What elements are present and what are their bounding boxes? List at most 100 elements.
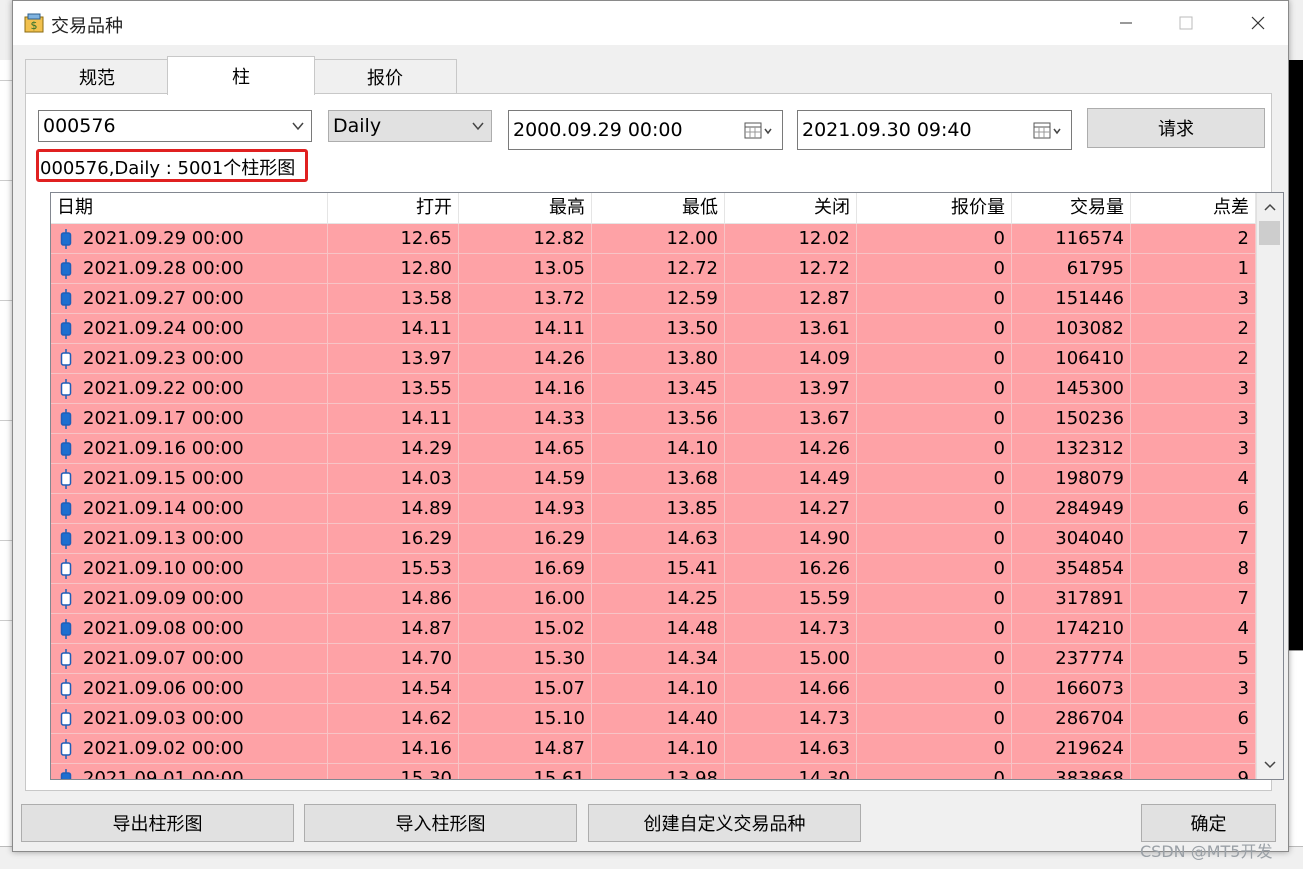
table-cell-date: 2021.09.27 00:00 [51,284,328,314]
create-custom-symbol-button[interactable]: 创建自定义交易品种 [588,804,861,842]
scroll-up-button[interactable] [1257,195,1283,219]
column-header[interactable]: 关闭 [725,193,857,223]
table-row[interactable]: 2021.09.23 00:00 13.97 14.26 13.80 14.09 0 106… [51,344,1256,374]
tab-label: 报价 [367,68,403,89]
table-row[interactable]: 2021.09.14 00:00 14.89 14.93 13.85 14.27 0 284… [51,494,1256,524]
table-cell-tickvol: 0 [857,764,1012,779]
column-header[interactable]: 日期 [51,193,328,223]
column-header[interactable]: 最高 [459,193,592,223]
date-from-picker[interactable]: 2000.09.29 00:00 [508,110,783,150]
table-row[interactable]: 2021.09.24 00:00 14.11 14.11 13.50 13.61 0 103… [51,314,1256,344]
column-header[interactable]: 打开 [328,193,459,223]
calendar-icon[interactable] [744,121,774,141]
table-cell-volume: 166073 [1012,674,1131,704]
calendar-icon[interactable] [1033,121,1063,141]
table-cell-low: 14.34 [592,644,725,674]
table-cell-high: 14.11 [459,314,592,344]
table-cell-high: 14.93 [459,494,592,524]
table-cell-low: 14.10 [592,734,725,764]
table-cell-tickvol: 0 [857,254,1012,284]
table-row[interactable]: 2021.09.27 00:00 13.58 13.72 12.59 12.87 0 151… [51,284,1256,314]
column-header[interactable]: 交易量 [1012,193,1131,223]
bullish-candle-icon [60,709,72,729]
scroll-down-button[interactable] [1257,753,1283,777]
table-cell-open: 14.62 [328,704,459,734]
minimize-icon [1120,22,1132,24]
table-cell-close: 14.26 [725,434,857,464]
table-cell-close: 15.59 [725,584,857,614]
table-row[interactable]: 2021.09.28 00:00 12.80 13.05 12.72 12.72 0 617… [51,254,1256,284]
table-row[interactable]: 2021.09.08 00:00 14.87 15.02 14.48 14.73 0 174… [51,614,1256,644]
table-cell-volume: 383868 [1012,764,1131,779]
table-row[interactable]: 2021.09.09 00:00 14.86 16.00 14.25 15.59 0 317… [51,584,1256,614]
table-cell-close: 14.63 [725,734,857,764]
table-cell-high: 16.29 [459,524,592,554]
tab-ticks[interactable]: 报价 [313,59,457,94]
request-button[interactable]: 请求 [1087,108,1265,148]
table-cell-spread: 4 [1131,464,1256,494]
table-row[interactable]: 2021.09.29 00:00 12.65 12.82 12.00 12.02 0 116… [51,224,1256,254]
table-row[interactable]: 2021.09.06 00:00 14.54 15.07 14.10 14.66 0 166… [51,674,1256,704]
tab-bars[interactable]: 柱 [167,56,315,95]
table-cell-date: 2021.09.22 00:00 [51,374,328,404]
row-date-text: 2021.09.10 00:00 [83,558,244,579]
date-to-value: 2021.09.30 09:40 [802,119,972,141]
table-row[interactable]: 2021.09.02 00:00 14.16 14.87 14.10 14.63 0 219… [51,734,1256,764]
maximize-button[interactable] [1163,1,1209,45]
bars-table[interactable]: 日期 打开 最高 最低 关闭 报价量 交易量 点差 2021.09.29 00:00 12.65… [50,192,1284,780]
table-row[interactable]: 2021.09.22 00:00 13.55 14.16 13.45 13.97 0 145… [51,374,1256,404]
table-row[interactable]: 2021.09.10 00:00 15.53 16.69 15.41 16.26 0 354… [51,554,1256,584]
table-cell-close: 13.67 [725,404,857,434]
bearish-candle-icon [60,769,72,779]
table-cell-spread: 6 [1131,704,1256,734]
row-date-text: 2021.09.03 00:00 [83,708,244,729]
timeframe-select[interactable]: Daily [328,110,492,142]
table-cell-high: 14.33 [459,404,592,434]
row-date-text: 2021.09.22 00:00 [83,378,244,399]
table-row[interactable]: 2021.09.01 00:00 15.30 15.61 13.98 14.30 0 383… [51,764,1256,779]
table-cell-spread: 7 [1131,524,1256,554]
table-cell-high: 14.65 [459,434,592,464]
table-row[interactable]: 2021.09.03 00:00 14.62 15.10 14.40 14.73 0 286… [51,704,1256,734]
close-button[interactable] [1235,1,1281,45]
ok-button[interactable]: 确定 [1141,804,1276,842]
column-header[interactable]: 最低 [592,193,725,223]
table-cell-open: 14.70 [328,644,459,674]
table-cell-open: 14.11 [328,404,459,434]
table-cell-spread: 2 [1131,224,1256,254]
tab-specification[interactable]: 规范 [25,59,169,94]
scrollbar-thumb[interactable] [1259,221,1280,245]
table-cell-close: 13.61 [725,314,857,344]
export-bars-button[interactable]: 导出柱形图 [21,804,294,842]
highlight-annotation-box [36,149,308,182]
table-row[interactable]: 2021.09.13 00:00 16.29 16.29 14.63 14.90 0 304… [51,524,1256,554]
bearish-candle-icon [60,409,72,429]
table-row[interactable]: 2021.09.15 00:00 14.03 14.59 13.68 14.49 0 198… [51,464,1256,494]
table-header: 日期 打开 最高 最低 关闭 报价量 交易量 点差 [51,193,1256,224]
table-cell-date: 2021.09.08 00:00 [51,614,328,644]
table-cell-low: 13.85 [592,494,725,524]
table-cell-high: 15.61 [459,764,592,779]
table-cell-tickvol: 0 [857,434,1012,464]
table-cell-volume: 317891 [1012,584,1131,614]
table-cell-high: 12.82 [459,224,592,254]
svg-text:$: $ [31,19,38,32]
vertical-scrollbar[interactable] [1256,193,1283,779]
window-title: 交易品种 [51,16,123,37]
table-body: 2021.09.29 00:00 12.65 12.82 12.00 12.02 0 116… [51,224,1256,779]
table-cell-tickvol: 0 [857,584,1012,614]
table-cell-open: 14.16 [328,734,459,764]
minimize-button[interactable] [1103,1,1149,45]
table-row[interactable]: 2021.09.16 00:00 14.29 14.65 14.10 14.26 0 132… [51,434,1256,464]
import-bars-button[interactable]: 导入柱形图 [304,804,577,842]
table-cell-spread: 7 [1131,584,1256,614]
column-header[interactable]: 点差 [1131,193,1256,223]
bars-panel: 000576 Daily 2000.09.29 00:00 2021.09.30… [25,93,1284,791]
table-row[interactable]: 2021.09.07 00:00 14.70 15.30 14.34 15.00 0 237… [51,644,1256,674]
symbol-combobox[interactable]: 000576 [38,110,312,142]
column-header[interactable]: 报价量 [857,193,1012,223]
symbols-app-icon: $ [24,13,44,33]
table-row[interactable]: 2021.09.17 00:00 14.11 14.33 13.56 13.67 0 150… [51,404,1256,434]
table-cell-date: 2021.09.28 00:00 [51,254,328,284]
date-to-picker[interactable]: 2021.09.30 09:40 [797,110,1072,150]
